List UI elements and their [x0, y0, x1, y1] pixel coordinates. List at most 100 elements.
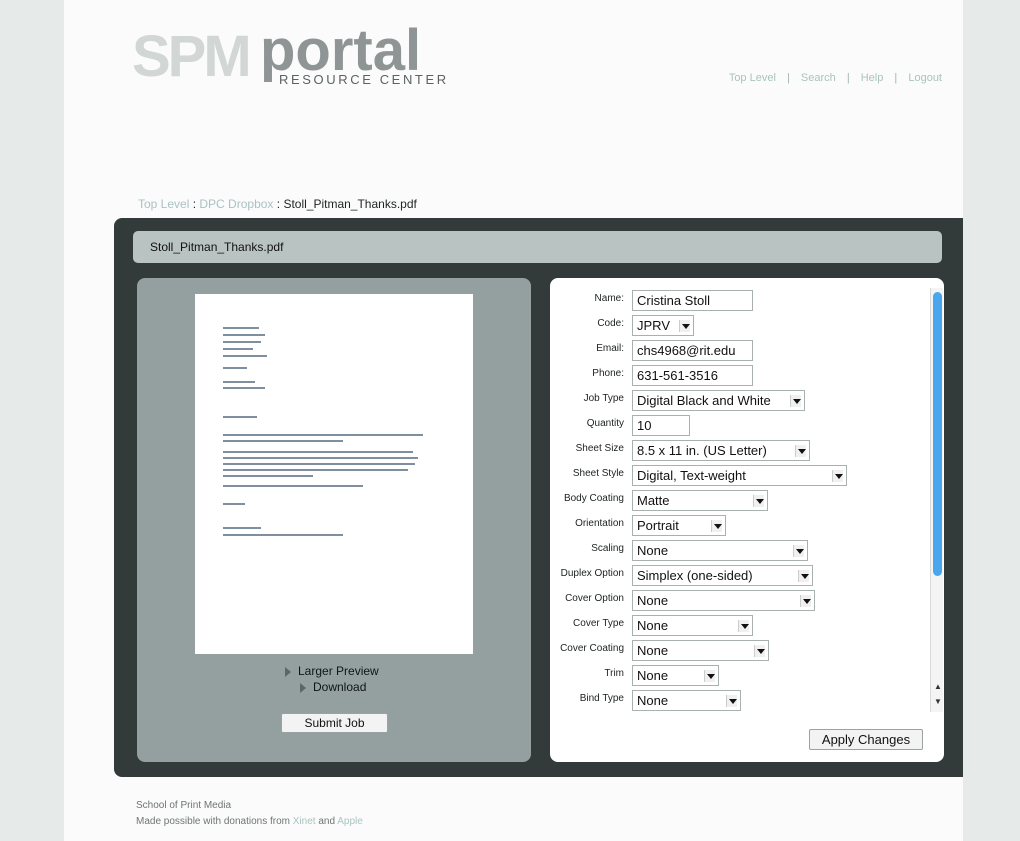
form-row-bind-type: Bind Type None: [552, 689, 928, 711]
doc-text-line: [223, 334, 265, 336]
footer-credits: Made possible with donations from Xinet …: [136, 814, 363, 830]
cover-option-select[interactable]: None: [632, 590, 815, 611]
trim-value: None: [637, 668, 669, 683]
breadcrumb-current: Stoll_Pitman_Thanks.pdf: [283, 197, 417, 211]
bind-type-label: Bind Type: [579, 693, 624, 704]
nav-separator: |: [894, 72, 898, 84]
breadcrumb-dpc-dropbox[interactable]: DPC Dropbox: [199, 197, 273, 211]
email-field[interactable]: chs4968@rit.edu: [632, 340, 753, 361]
chevron-down-icon: [738, 620, 749, 632]
scaling-label: Scaling: [591, 543, 624, 554]
job-type-label: Job Type: [583, 393, 624, 404]
duplex-option-value: Simplex (one-sided): [637, 568, 753, 583]
form-row-sheet-size: Sheet Size 8.5 x 11 in. (US Letter): [552, 439, 928, 461]
trim-select[interactable]: None: [632, 665, 719, 686]
form-row-cover-coating: Cover Coating None: [552, 639, 928, 661]
scrollbar-thumb[interactable]: [933, 292, 942, 576]
name-label: Name:: [594, 293, 624, 304]
quantity-field[interactable]: 10: [632, 415, 690, 436]
nav-search[interactable]: Search: [801, 72, 836, 84]
top-navigation: Top Level | Search | Help | Logout: [729, 72, 942, 84]
larger-preview-label: Larger Preview: [298, 664, 379, 678]
chevron-down-icon: [793, 545, 804, 557]
form-row-sheet-style: Sheet Style Digital, Text-weight: [552, 464, 928, 486]
doc-text-line: [223, 416, 257, 418]
footer-link-apple[interactable]: Apple: [337, 816, 363, 827]
doc-text-line: [223, 381, 255, 383]
bind-type-select[interactable]: None: [632, 690, 741, 711]
cover-coating-select[interactable]: None: [632, 640, 769, 661]
chevron-down-icon: [800, 595, 811, 607]
footer-and: and: [315, 816, 338, 827]
cover-type-label: Cover Type: [573, 618, 624, 629]
cover-option-label: Cover Option: [565, 593, 624, 604]
download-label: Download: [313, 680, 367, 694]
form-row-email: Email: chs4968@rit.edu: [552, 339, 928, 361]
scaling-value: None: [637, 543, 669, 558]
form-row-trim: Trim None: [552, 664, 928, 686]
name-field[interactable]: Cristina Stoll: [632, 290, 753, 311]
doc-text-line: [223, 457, 418, 459]
orientation-select[interactable]: Portrait: [632, 515, 726, 536]
form-row-name: Name: Cristina Stoll: [552, 289, 928, 311]
duplex-option-select[interactable]: Simplex (one-sided): [632, 565, 813, 586]
nav-help[interactable]: Help: [861, 72, 884, 84]
chevron-down-icon: [790, 395, 801, 407]
code-select[interactable]: JPRV: [632, 315, 694, 336]
scroll-down-arrow-icon[interactable]: ▼: [934, 697, 942, 706]
doc-text-line: [223, 387, 265, 389]
form-row-duplex-option: Duplex Option Simplex (one-sided): [552, 564, 928, 586]
cover-coating-label: Cover Coating: [560, 643, 624, 654]
breadcrumb: Top Level : DPC Dropbox : Stoll_Pitman_T…: [138, 197, 417, 211]
sheet-size-select[interactable]: 8.5 x 11 in. (US Letter): [632, 440, 810, 461]
scaling-select[interactable]: None: [632, 540, 808, 561]
doc-text-line: [223, 527, 261, 529]
doc-text-line: [223, 327, 259, 329]
file-title-bar: Stoll_Pitman_Thanks.pdf: [133, 231, 942, 263]
footer-link-xinet[interactable]: Xinet: [293, 816, 316, 827]
doc-text-line: [223, 463, 415, 465]
nav-separator: |: [846, 72, 850, 84]
orientation-label: Orientation: [575, 518, 624, 529]
footer-credits-text: Made possible with donations from: [136, 816, 293, 827]
job-type-value: Digital Black and White: [637, 393, 771, 408]
cover-type-value: None: [637, 618, 669, 633]
doc-text-line: [223, 341, 261, 343]
doc-text-line: [223, 367, 247, 369]
duplex-option-label: Duplex Option: [560, 568, 624, 579]
larger-preview-link[interactable]: Larger Preview: [285, 664, 379, 680]
doc-text-line: [223, 434, 423, 436]
cover-type-select[interactable]: None: [632, 615, 753, 636]
apply-changes-button[interactable]: Apply Changes: [809, 729, 923, 750]
quantity-label: Quantity: [586, 418, 624, 429]
job-type-select[interactable]: Digital Black and White: [632, 390, 805, 411]
form-scrollbar[interactable]: ▲ ▼: [930, 288, 943, 712]
sheet-size-label: Sheet Size: [575, 443, 624, 454]
submit-job-button[interactable]: Submit Job: [281, 713, 388, 733]
doc-text-line: [223, 475, 313, 477]
form-row-cover-option: Cover Option None: [552, 589, 928, 611]
body-coating-select[interactable]: Matte: [632, 490, 768, 511]
doc-text-line: [223, 348, 253, 350]
form-row-scaling: Scaling None: [552, 539, 928, 561]
trim-label: Trim: [604, 668, 624, 679]
scroll-up-arrow-icon[interactable]: ▲: [934, 682, 942, 691]
document-thumbnail[interactable]: [195, 294, 473, 654]
sheet-style-value: Digital, Text-weight: [637, 468, 746, 483]
nav-top-level[interactable]: Top Level: [729, 72, 776, 84]
code-label: Code:: [597, 318, 624, 329]
phone-field[interactable]: 631-561-3516: [632, 365, 753, 386]
breadcrumb-top-level[interactable]: Top Level: [138, 197, 189, 211]
nav-separator: |: [786, 72, 790, 84]
form-row-body-coating: Body Coating Matte: [552, 489, 928, 511]
footer-school: School of Print Media: [136, 800, 232, 811]
sheet-size-value: 8.5 x 11 in. (US Letter): [637, 443, 767, 458]
download-link[interactable]: Download: [285, 680, 379, 696]
doc-text-line: [223, 503, 245, 505]
chevron-down-icon: [704, 670, 715, 682]
sheet-style-select[interactable]: Digital, Text-weight: [632, 465, 847, 486]
footer: School of Print Media Made possible with…: [136, 798, 363, 830]
nav-logout[interactable]: Logout: [908, 72, 942, 84]
breadcrumb-separator: :: [189, 197, 200, 211]
form-row-code: Code: JPRV: [552, 314, 928, 336]
